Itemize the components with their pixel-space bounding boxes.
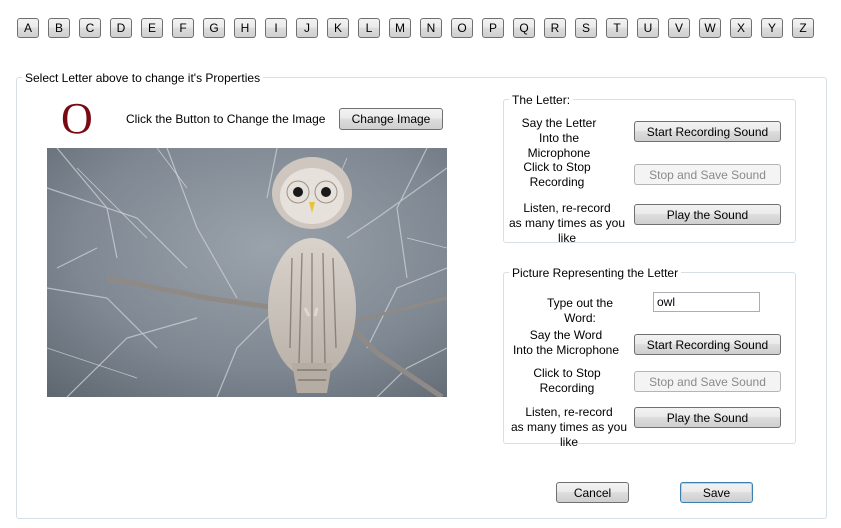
save-button[interactable]: Save — [680, 482, 753, 503]
word-say-label: Say the Word Into the Microphone — [512, 328, 620, 358]
word-stop-label: Click to Stop Recording — [516, 366, 618, 396]
letter-say-label: Say the Letter Into the Microphone — [506, 116, 612, 161]
letter-button-u[interactable]: U — [637, 18, 659, 38]
letter-button-o[interactable]: O — [451, 18, 473, 38]
letter-button-f[interactable]: F — [172, 18, 194, 38]
word-listen-label-line1: Listen, re-record — [525, 405, 613, 419]
word-start-recording-button[interactable]: Start Recording Sound — [634, 334, 781, 355]
letter-button-w[interactable]: W — [699, 18, 721, 38]
letter-stop-label: Click to Stop Recording — [506, 160, 608, 190]
word-play-sound-button[interactable]: Play the Sound — [634, 407, 781, 428]
selected-letter-display: O — [61, 94, 93, 143]
letter-button-y[interactable]: Y — [761, 18, 783, 38]
letter-button-j[interactable]: J — [296, 18, 318, 38]
letter-button-g[interactable]: G — [203, 18, 225, 38]
letter-button-r[interactable]: R — [544, 18, 566, 38]
word-say-label-line2: Into the Microphone — [512, 343, 620, 357]
cancel-button[interactable]: Cancel — [556, 482, 629, 503]
word-listen-label: Listen, re-record as many times as you l… — [504, 405, 634, 450]
letter-group-title: The Letter: — [509, 93, 574, 107]
letter-listen-label-line2: as many times as you like — [508, 216, 626, 245]
change-image-button[interactable]: Change Image — [339, 108, 443, 130]
letter-say-label-line1: Say the Letter — [521, 116, 597, 130]
properties-group-title: Select Letter above to change it's Prope… — [22, 71, 264, 85]
owl-picture — [47, 148, 447, 397]
letter-stop-label-line2: Recording — [529, 175, 585, 189]
letter-listen-label-line1: Listen, re-record — [523, 201, 611, 215]
word-say-label-line1: Say the Word — [529, 328, 603, 342]
letter-stop-label-line1: Click to Stop — [523, 160, 591, 174]
letter-button-z[interactable]: Z — [792, 18, 814, 38]
letter-button-q[interactable]: Q — [513, 18, 535, 38]
word-stop-label-line1: Click to Stop — [533, 366, 601, 380]
letter-button-t[interactable]: T — [606, 18, 628, 38]
letter-button-h[interactable]: H — [234, 18, 256, 38]
letter-button-i[interactable]: I — [265, 18, 287, 38]
letter-button-b[interactable]: B — [48, 18, 70, 38]
letter-button-s[interactable]: S — [575, 18, 597, 38]
letter-listen-label: Listen, re-record as many times as you l… — [502, 201, 632, 246]
letter-button-k[interactable]: K — [327, 18, 349, 38]
letter-button-c[interactable]: C — [79, 18, 101, 38]
word-stop-label-line2: Recording — [539, 381, 595, 395]
type-word-label: Type out the Word: — [546, 296, 614, 325]
letter-button-v[interactable]: V — [668, 18, 690, 38]
letter-start-recording-button[interactable]: Start Recording Sound — [634, 121, 781, 142]
change-image-hint: Click the Button to Change the Image — [126, 112, 326, 126]
letter-play-sound-button[interactable]: Play the Sound — [634, 204, 781, 225]
letter-button-p[interactable]: P — [482, 18, 504, 38]
letter-stop-save-button[interactable]: Stop and Save Sound — [634, 164, 781, 185]
letter-button-l[interactable]: L — [358, 18, 380, 38]
letter-button-e[interactable]: E — [141, 18, 163, 38]
word-input[interactable] — [653, 292, 760, 312]
letter-say-label-line2: Into the Microphone — [527, 131, 591, 160]
letter-button-x[interactable]: X — [730, 18, 752, 38]
letter-button-m[interactable]: M — [389, 18, 411, 38]
letter-button-a[interactable]: A — [17, 18, 39, 38]
word-listen-label-line2: as many times as you like — [510, 420, 628, 449]
word-stop-save-button[interactable]: Stop and Save Sound — [634, 371, 781, 392]
letter-button-d[interactable]: D — [110, 18, 132, 38]
picture-group-title: Picture Representing the Letter — [509, 266, 682, 280]
letter-button-n[interactable]: N — [420, 18, 442, 38]
